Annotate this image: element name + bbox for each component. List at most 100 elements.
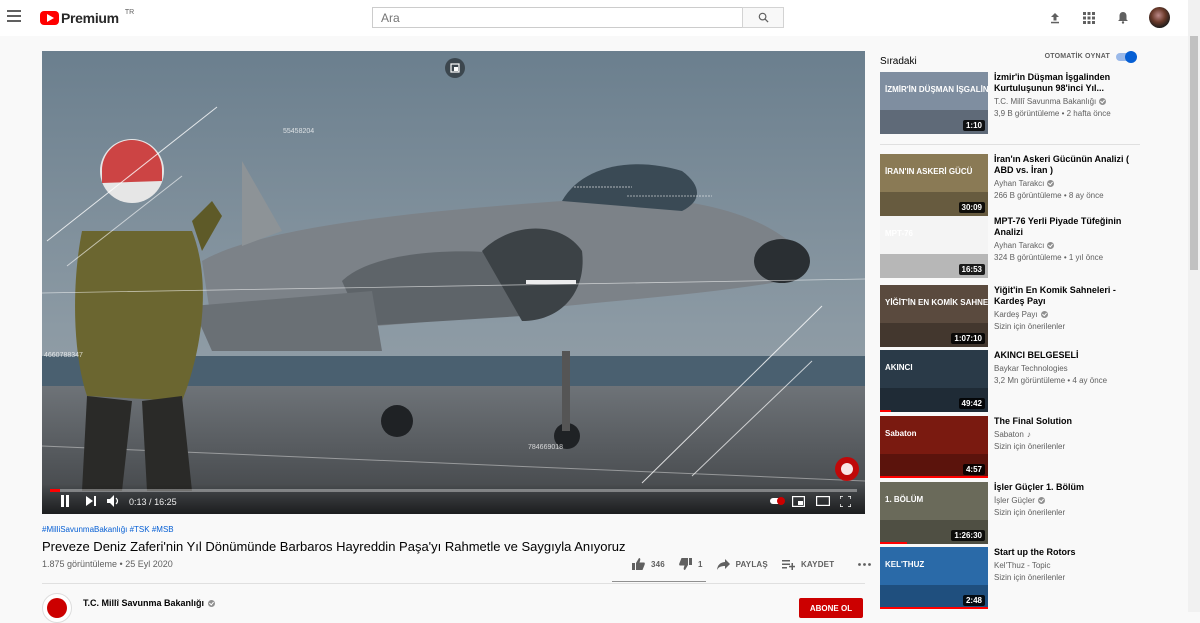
like-count: 346 bbox=[651, 559, 665, 569]
up-next-video-title[interactable]: AKINCI BELGESELİ bbox=[994, 350, 1140, 361]
up-next-channel-name: Sabaton bbox=[994, 430, 1024, 439]
channel-name: T.C. Millî Savunma Bakanlığı bbox=[83, 598, 205, 608]
up-next-video-meta: Sizin için önerilenler bbox=[994, 508, 1066, 517]
video-thumbnail[interactable]: 1. BÖLÜM 1:26:30 bbox=[880, 482, 988, 544]
up-next-video-title[interactable]: Yiğit'in En Komik Sahneleri - Kardeş Pay… bbox=[994, 285, 1140, 307]
up-next-video-item[interactable]: YİĞİT'İN EN KOMİK SAHNELERİ 1:07:10 Yiğit'… bbox=[880, 285, 1140, 347]
subscribe-button[interactable]: ABONE OL bbox=[799, 598, 863, 618]
video-hashtags[interactable]: #MilliSavunmaBakanlığı #TSK #MSB bbox=[42, 525, 865, 534]
up-next-channel[interactable]: Sabaton ♪ bbox=[994, 430, 1140, 439]
video-title: Preveze Deniz Zaferi'nin Yıl Dönümünde B… bbox=[42, 539, 626, 554]
video-player[interactable]: 55458204 4660788347 784669018 0:13 / 16:… bbox=[42, 51, 865, 514]
thumbnail-text: İZMİR'İN DÜŞMAN İŞGALİNDEN KURTULUŞU bbox=[885, 85, 988, 94]
search-button[interactable] bbox=[742, 7, 784, 28]
video-thumbnail[interactable]: İZMİR'İN DÜŞMAN İŞGALİNDEN KURTULUŞU 1:10 bbox=[880, 72, 988, 134]
thumbnail-text: Sabaton bbox=[885, 429, 917, 438]
up-next-video-item[interactable]: İZMİR'İN DÜŞMAN İŞGALİNDEN KURTULUŞU 1:10… bbox=[880, 72, 1140, 134]
like-button[interactable]: 346 bbox=[632, 558, 665, 570]
up-next-video-item[interactable]: 1. BÖLÜM 1:26:30 İşler Güçler 1. Bölüm İşle… bbox=[880, 482, 1140, 544]
up-next-video-item[interactable]: AKINCI 49:42 AKINCI BELGESELİ Baykar Techno… bbox=[880, 350, 1140, 412]
up-next-channel-name: Ayhan Tarakcı bbox=[994, 179, 1045, 188]
up-next-video-meta: 266 B görüntüleme • 8 ay önce bbox=[994, 191, 1104, 200]
thumbnail-text: 1. BÖLÜM bbox=[885, 495, 924, 504]
video-thumbnail[interactable]: İRAN'IN ASKERİ GÜCÜ 30:09 bbox=[880, 154, 988, 216]
search-input[interactable] bbox=[372, 7, 742, 28]
up-next-video-title[interactable]: İzmir'in Düşman İşgalinden Kurtuluşunun … bbox=[994, 72, 1140, 94]
dislike-button[interactable]: 1 bbox=[679, 558, 703, 570]
up-next-channel[interactable]: Kardeş Payı bbox=[994, 310, 1140, 319]
verified-badge-icon bbox=[1040, 311, 1048, 318]
upload-icon[interactable] bbox=[1047, 10, 1063, 26]
up-next-channel[interactable]: Baykar Technologies bbox=[994, 364, 1140, 373]
time-separator: / bbox=[149, 497, 152, 507]
autoplay-label: OTOMATİK OYNAT bbox=[1044, 53, 1110, 60]
fullscreen-button[interactable] bbox=[840, 494, 851, 508]
up-next-channel[interactable]: Ayhan Tarakcı bbox=[994, 241, 1140, 250]
page-scrollbar[interactable] bbox=[1188, 0, 1200, 612]
up-next-video-meta: Sizin için önerilenler bbox=[994, 442, 1066, 451]
hamburger-menu-icon[interactable] bbox=[7, 10, 21, 24]
up-next-channel[interactable]: T.C. Millî Savunma Bakanlığı bbox=[994, 97, 1140, 106]
video-duration: 49:42 bbox=[958, 398, 985, 409]
video-duration: 1:10 bbox=[962, 120, 985, 131]
channel-name-link[interactable]: T.C. Millî Savunma Bakanlığı bbox=[83, 598, 216, 608]
video-thumbnail[interactable]: KEL'THUZ 2:48 bbox=[880, 547, 988, 609]
next-button[interactable] bbox=[86, 494, 96, 508]
video-thumbnail[interactable]: MPT-76 16:53 bbox=[880, 216, 988, 278]
thumbs-up-icon bbox=[632, 558, 645, 570]
up-next-channel-name: Kardeş Payı bbox=[994, 310, 1038, 319]
up-next-channel[interactable]: Ayhan Tarakcı bbox=[994, 179, 1140, 188]
up-next-video-title[interactable]: The Final Solution bbox=[994, 416, 1140, 427]
up-next-video-title[interactable]: İran'ın Askeri Gücünün Analizi ( ABD vs.… bbox=[994, 154, 1140, 176]
autoplay-toggle-button[interactable] bbox=[770, 494, 786, 508]
up-next-video-meta: Sizin için önerilenler bbox=[994, 573, 1066, 582]
up-next-video-item[interactable]: MPT-76 16:53 MPT-76 Yerli Piyade Tüfeğinin… bbox=[880, 216, 1140, 278]
up-next-video-item[interactable]: KEL'THUZ 2:48 Start up the Rotors Kel'Thuz … bbox=[880, 547, 1140, 609]
theater-icon bbox=[816, 496, 830, 506]
overlay-watermark-number: 4660788347 bbox=[44, 352, 83, 359]
overlay-watermark-number: 55458204 bbox=[283, 128, 315, 135]
up-next-channel[interactable]: Kel'Thuz - Topic bbox=[994, 561, 1140, 570]
watched-progress-bar bbox=[880, 607, 988, 609]
more-actions-button[interactable] bbox=[858, 562, 877, 566]
volume-button[interactable] bbox=[107, 494, 120, 508]
miniplayer-icon bbox=[792, 495, 805, 507]
fullscreen-icon bbox=[840, 495, 851, 507]
view-count-date: 1.875 görüntüleme • 25 Eyl 2020 bbox=[42, 559, 173, 569]
volume-icon bbox=[107, 495, 119, 507]
share-button[interactable]: PAYLAŞ bbox=[716, 558, 768, 570]
miniplayer-toggle-icon[interactable] bbox=[445, 58, 465, 78]
video-thumbnail[interactable]: AKINCI 49:42 bbox=[880, 350, 988, 412]
autoplay-toggle[interactable] bbox=[1116, 51, 1137, 63]
pause-button[interactable] bbox=[60, 494, 70, 508]
apps-grid-icon[interactable] bbox=[1081, 10, 1097, 26]
scrollbar-thumb[interactable] bbox=[1190, 36, 1198, 270]
up-next-video-title[interactable]: Start up the Rotors bbox=[994, 547, 1140, 558]
user-avatar[interactable] bbox=[1149, 7, 1170, 28]
up-next-video-item[interactable]: İRAN'IN ASKERİ GÜCÜ 30:09 İran'ın Askeri G… bbox=[880, 154, 1140, 216]
meta-divider bbox=[42, 583, 865, 584]
up-next-channel[interactable]: İşler Güçler bbox=[994, 496, 1140, 505]
like-ratio-bar bbox=[612, 581, 706, 582]
add-to-playlist-icon bbox=[781, 559, 795, 570]
up-next-video-title[interactable]: İşler Güçler 1. Bölüm bbox=[994, 482, 1140, 493]
time-display: 0:13 / 16:25 bbox=[129, 497, 177, 507]
progress-bar[interactable] bbox=[50, 489, 857, 492]
video-duration: 4:57 bbox=[962, 464, 985, 475]
video-duration: 30:09 bbox=[958, 202, 985, 213]
miniplayer-button[interactable] bbox=[792, 494, 805, 508]
video-duration: 1:26:30 bbox=[951, 530, 985, 541]
save-button[interactable]: KAYDET bbox=[781, 559, 834, 570]
up-next-video-title[interactable]: MPT-76 Yerli Piyade Tüfeğinin Analizi bbox=[994, 216, 1140, 238]
video-thumbnail[interactable]: YİĞİT'İN EN KOMİK SAHNELERİ 1:07:10 bbox=[880, 285, 988, 347]
up-next-sidebar: Sıradaki OTOMATİK OYNAT İZMİR'İN DÜŞMAN … bbox=[880, 51, 1140, 609]
youtube-premium-logo[interactable]: Premium TR bbox=[40, 9, 134, 26]
channel-avatar[interactable] bbox=[42, 593, 72, 623]
theater-mode-button[interactable] bbox=[816, 494, 830, 508]
top-bar: Premium TR bbox=[0, 0, 1188, 36]
watched-progress-bar bbox=[880, 410, 891, 412]
up-next-video-item[interactable]: Sabaton 4:57 The Final Solution Sabaton ♪ Siz… bbox=[880, 416, 1140, 478]
total-duration: 16:25 bbox=[154, 497, 177, 507]
video-thumbnail[interactable]: Sabaton 4:57 bbox=[880, 416, 988, 478]
notifications-bell-icon[interactable] bbox=[1115, 10, 1131, 26]
